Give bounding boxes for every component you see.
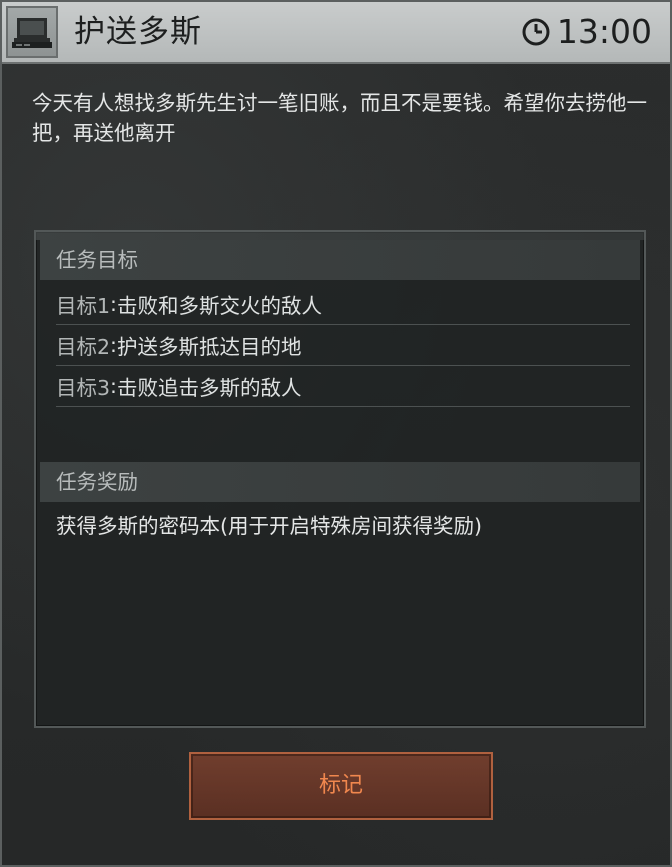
objective-text: 击败追击多斯的敌人 xyxy=(116,376,302,400)
time-value: 13:00 xyxy=(556,12,652,51)
objective-text: 护送多斯抵达目的地 xyxy=(116,335,302,359)
objective-label: 目标2 xyxy=(56,335,111,359)
mission-time: 13:00 xyxy=(521,10,652,54)
objectives-heading: 任务目标 xyxy=(40,240,640,280)
objective-item-2: 目标2: 护送多斯抵达目的地 xyxy=(56,325,630,366)
objective-item-1: 目标1: 击败和多斯交火的敌人 xyxy=(56,284,630,325)
computer-terminal-icon xyxy=(12,18,52,48)
dialog-header: 护送多斯 13:00 xyxy=(2,2,670,64)
rewards-heading: 任务奖励 xyxy=(40,462,640,502)
mark-button[interactable]: 标记 xyxy=(189,752,493,820)
panel-top-trim xyxy=(36,232,644,240)
objective-item-3: 目标3: 击败追击多斯的敌人 xyxy=(56,366,630,407)
objectives-list: 目标1: 击败和多斯交火的敌人 目标2: 护送多斯抵达目的地 目标3: 击败追击多斯的… xyxy=(56,284,630,407)
mission-dialog: 护送多斯 13:00 今天有人想找多斯先生讨一笔旧账，而且不是要钱。希望你去捞他… xyxy=(0,0,672,867)
clock-icon xyxy=(522,18,550,46)
mission-title: 护送多斯 xyxy=(74,14,202,50)
mission-description: 今天有人想找多斯先生讨一笔旧账，而且不是要钱。希望你去捞他一把，再送他离开 xyxy=(32,91,647,145)
objective-label: 目标3 xyxy=(56,376,111,400)
objective-label: 目标1 xyxy=(56,294,111,318)
mission-details-panel: 任务目标 目标1: 击败和多斯交火的敌人 目标2: 护送多斯抵达目的地 目标3: 击败… xyxy=(34,230,646,728)
objective-text: 击败和多斯交火的敌人 xyxy=(116,294,322,318)
header-icon-box xyxy=(6,6,58,58)
reward-description: 获得多斯的密码本(用于开启特殊房间获得奖励) xyxy=(56,514,482,538)
